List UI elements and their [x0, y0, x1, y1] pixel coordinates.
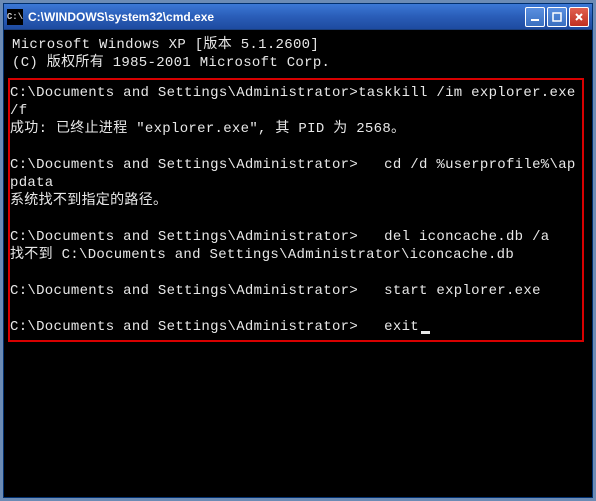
cmd-line: C:\Documents and Settings\Administrator>…: [10, 156, 578, 192]
command-text: del iconcache.db /a: [358, 229, 549, 245]
prompt: C:\Documents and Settings\Administrator>: [10, 157, 358, 173]
cursor: [421, 331, 430, 334]
cmd-icon-label: C:\: [7, 12, 23, 22]
titlebar[interactable]: C:\ C:\WINDOWS\system32\cmd.exe: [4, 4, 592, 30]
close-icon: [574, 12, 584, 22]
annotation-box: C:\Documents and Settings\Administrator>…: [8, 78, 584, 342]
command-text: start explorer.exe: [358, 283, 541, 299]
console-area[interactable]: Microsoft Windows XP [版本 5.1.2600] (C) 版…: [4, 30, 592, 497]
close-button[interactable]: [569, 7, 589, 27]
cmd-line: C:\Documents and Settings\Administrator>…: [10, 282, 578, 300]
blank-line: [10, 138, 578, 156]
minimize-icon: [530, 12, 540, 22]
blank-line: [10, 210, 578, 228]
cmd-line: C:\Documents and Settings\Administrator>…: [10, 228, 578, 246]
maximize-icon: [552, 12, 562, 22]
window-title: C:\WINDOWS\system32\cmd.exe: [28, 10, 525, 24]
output-line: 成功: 已终止进程 "explorer.exe", 其 PID 为 2568。: [10, 120, 578, 138]
output-line: 系统找不到指定的路径。: [10, 192, 578, 210]
cmd-line: C:\Documents and Settings\Administrator>…: [10, 84, 578, 120]
minimize-button[interactable]: [525, 7, 545, 27]
cmd-icon: C:\: [7, 9, 23, 25]
prompt: C:\Documents and Settings\Administrator>: [10, 85, 358, 101]
prompt: C:\Documents and Settings\Administrator>: [10, 283, 358, 299]
cmd-line: C:\Documents and Settings\Administrator>…: [10, 318, 578, 336]
window-controls: [525, 7, 589, 27]
header-line-1: Microsoft Windows XP [版本 5.1.2600]: [12, 36, 584, 54]
blank-line: [10, 264, 578, 282]
prompt: C:\Documents and Settings\Administrator>: [10, 319, 358, 335]
output-line: 找不到 C:\Documents and Settings\Administra…: [10, 246, 578, 264]
command-text: exit: [358, 319, 419, 335]
blank-line: [10, 300, 578, 318]
header-line-2: (C) 版权所有 1985-2001 Microsoft Corp.: [12, 54, 584, 72]
cmd-window: C:\ C:\WINDOWS\system32\cmd.exe: [3, 3, 593, 498]
maximize-button[interactable]: [547, 7, 567, 27]
prompt: C:\Documents and Settings\Administrator>: [10, 229, 358, 245]
